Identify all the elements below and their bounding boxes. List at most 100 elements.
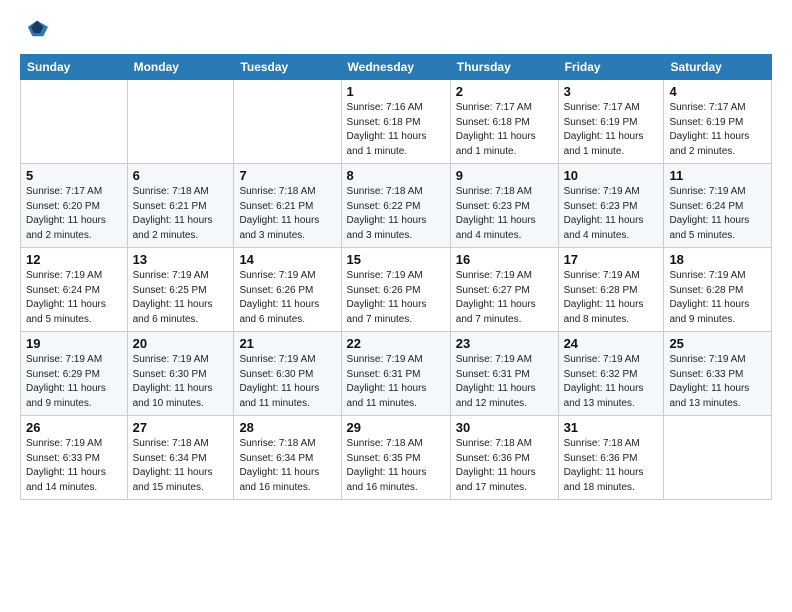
day-number: 23: [456, 336, 553, 351]
header: [20, 16, 772, 44]
day-number: 12: [26, 252, 122, 267]
day-number: 31: [564, 420, 659, 435]
calendar-cell: 9Sunrise: 7:18 AM Sunset: 6:23 PM Daylig…: [450, 164, 558, 248]
day-info: Sunrise: 7:19 AM Sunset: 6:28 PM Dayligh…: [564, 269, 659, 327]
day-info: Sunrise: 7:16 AM Sunset: 6:18 PM Dayligh…: [347, 101, 445, 159]
header-thursday: Thursday: [450, 55, 558, 80]
day-info: Sunrise: 7:18 AM Sunset: 6:21 PM Dayligh…: [133, 185, 229, 243]
day-info: Sunrise: 7:19 AM Sunset: 6:24 PM Dayligh…: [669, 185, 766, 243]
calendar-cell: 26Sunrise: 7:19 AM Sunset: 6:33 PM Dayli…: [21, 416, 128, 500]
calendar-week-row: 12 Sunrise: 7:19 AM Sunset: 6:24 PM Dayli…: [21, 248, 772, 332]
day-info: Sunrise: 7:19 AM Sunset: 6:26 PM Dayligh…: [347, 269, 445, 327]
day-info: Sunrise: 7:18 AM Sunset: 6:21 PM Dayligh…: [239, 185, 335, 243]
day-info: Sunrise: 7:17 AM Sunset: 6:20 PM Dayligh…: [26, 185, 122, 243]
day-number: 10: [564, 168, 659, 183]
calendar-cell: 11 Sunrise: 7:19 AM Sunset: 6:24 PM Dayli…: [664, 164, 772, 248]
calendar-cell: [127, 80, 234, 164]
day-number: 15: [347, 252, 445, 267]
day-number: 30: [456, 420, 553, 435]
calendar-cell: 3Sunrise: 7:17 AM Sunset: 6:19 PM Daylig…: [558, 80, 664, 164]
calendar-cell: 24Sunrise: 7:19 AM Sunset: 6:32 PM Dayli…: [558, 332, 664, 416]
calendar: Sunday Monday Tuesday Wednesday Thursday…: [20, 54, 772, 500]
calendar-cell: 20 Sunrise: 7:19 AM Sunset: 6:30 PM Dayli…: [127, 332, 234, 416]
day-info: Sunrise: 7:19 AM Sunset: 6:30 PM Dayligh…: [133, 353, 229, 411]
header-tuesday: Tuesday: [234, 55, 341, 80]
calendar-cell: 6 Sunrise: 7:18 AM Sunset: 6:21 PM Daylig…: [127, 164, 234, 248]
day-number: 5: [26, 168, 122, 183]
day-info: Sunrise: 7:19 AM Sunset: 6:31 PM Dayligh…: [456, 353, 553, 411]
calendar-week-row: 19 Sunrise: 7:19 AM Sunset: 6:29 PM Dayli…: [21, 332, 772, 416]
header-saturday: Saturday: [664, 55, 772, 80]
header-friday: Friday: [558, 55, 664, 80]
day-number: 8: [347, 168, 445, 183]
calendar-cell: 31 Sunrise: 7:18 AM Sunset: 6:36 PM Dayli…: [558, 416, 664, 500]
calendar-cell: 13Sunrise: 7:19 AM Sunset: 6:25 PM Dayli…: [127, 248, 234, 332]
day-number: 11: [669, 168, 766, 183]
day-info: Sunrise: 7:19 AM Sunset: 6:27 PM Dayligh…: [456, 269, 553, 327]
calendar-week-row: 26Sunrise: 7:19 AM Sunset: 6:33 PM Dayli…: [21, 416, 772, 500]
day-number: 4: [669, 84, 766, 99]
calendar-cell: 21Sunrise: 7:19 AM Sunset: 6:30 PM Dayli…: [234, 332, 341, 416]
day-number: 3: [564, 84, 659, 99]
day-info: Sunrise: 7:19 AM Sunset: 6:23 PM Dayligh…: [564, 185, 659, 243]
day-info: Sunrise: 7:19 AM Sunset: 6:25 PM Dayligh…: [133, 269, 229, 327]
calendar-cell: 28 Sunrise: 7:18 AM Sunset: 6:34 PM Dayli…: [234, 416, 341, 500]
day-info: Sunrise: 7:18 AM Sunset: 6:36 PM Dayligh…: [456, 437, 553, 495]
calendar-cell: 7 Sunrise: 7:18 AM Sunset: 6:21 PM Daylig…: [234, 164, 341, 248]
calendar-cell: 29 Sunrise: 7:18 AM Sunset: 6:35 PM Dayli…: [341, 416, 450, 500]
day-number: 28: [239, 420, 335, 435]
calendar-cell: 1 Sunrise: 7:16 AM Sunset: 6:18 PM Daylig…: [341, 80, 450, 164]
calendar-cell: [234, 80, 341, 164]
day-info: Sunrise: 7:18 AM Sunset: 6:36 PM Dayligh…: [564, 437, 659, 495]
day-info: Sunrise: 7:18 AM Sunset: 6:35 PM Dayligh…: [347, 437, 445, 495]
day-number: 17: [564, 252, 659, 267]
day-number: 16: [456, 252, 553, 267]
day-number: 25: [669, 336, 766, 351]
day-number: 20: [133, 336, 229, 351]
calendar-cell: 30 Sunrise: 7:18 AM Sunset: 6:36 PM Dayli…: [450, 416, 558, 500]
logo: [20, 16, 52, 44]
day-number: 19: [26, 336, 122, 351]
day-number: 29: [347, 420, 445, 435]
day-info: Sunrise: 7:19 AM Sunset: 6:33 PM Dayligh…: [26, 437, 122, 495]
day-number: 18: [669, 252, 766, 267]
calendar-cell: 2Sunrise: 7:17 AM Sunset: 6:18 PM Daylig…: [450, 80, 558, 164]
calendar-cell: 22Sunrise: 7:19 AM Sunset: 6:31 PM Dayli…: [341, 332, 450, 416]
logo-icon: [20, 16, 48, 44]
calendar-cell: 15 Sunrise: 7:19 AM Sunset: 6:26 PM Dayli…: [341, 248, 450, 332]
day-number: 21: [239, 336, 335, 351]
calendar-cell: 8 Sunrise: 7:18 AM Sunset: 6:22 PM Daylig…: [341, 164, 450, 248]
day-info: Sunrise: 7:19 AM Sunset: 6:29 PM Dayligh…: [26, 353, 122, 411]
day-info: Sunrise: 7:18 AM Sunset: 6:22 PM Dayligh…: [347, 185, 445, 243]
calendar-cell: [21, 80, 128, 164]
day-number: 14: [239, 252, 335, 267]
day-number: 22: [347, 336, 445, 351]
calendar-cell: 14 Sunrise: 7:19 AM Sunset: 6:26 PM Dayli…: [234, 248, 341, 332]
calendar-cell: 23 Sunrise: 7:19 AM Sunset: 6:31 PM Dayli…: [450, 332, 558, 416]
day-info: Sunrise: 7:18 AM Sunset: 6:34 PM Dayligh…: [239, 437, 335, 495]
calendar-cell: 16 Sunrise: 7:19 AM Sunset: 6:27 PM Dayli…: [450, 248, 558, 332]
calendar-cell: 19 Sunrise: 7:19 AM Sunset: 6:29 PM Dayli…: [21, 332, 128, 416]
day-info: Sunrise: 7:17 AM Sunset: 6:19 PM Dayligh…: [669, 101, 766, 159]
day-info: Sunrise: 7:19 AM Sunset: 6:26 PM Dayligh…: [239, 269, 335, 327]
day-info: Sunrise: 7:18 AM Sunset: 6:23 PM Dayligh…: [456, 185, 553, 243]
day-info: Sunrise: 7:19 AM Sunset: 6:33 PM Dayligh…: [669, 353, 766, 411]
day-number: 6: [133, 168, 229, 183]
calendar-cell: 4 Sunrise: 7:17 AM Sunset: 6:19 PM Daylig…: [664, 80, 772, 164]
day-number: 7: [239, 168, 335, 183]
day-number: 27: [133, 420, 229, 435]
day-info: Sunrise: 7:19 AM Sunset: 6:24 PM Dayligh…: [26, 269, 122, 327]
calendar-week-row: 1 Sunrise: 7:16 AM Sunset: 6:18 PM Daylig…: [21, 80, 772, 164]
day-info: Sunrise: 7:17 AM Sunset: 6:18 PM Dayligh…: [456, 101, 553, 159]
calendar-cell: [664, 416, 772, 500]
calendar-cell: 27Sunrise: 7:18 AM Sunset: 6:34 PM Dayli…: [127, 416, 234, 500]
calendar-week-row: 5 Sunrise: 7:17 AM Sunset: 6:20 PM Daylig…: [21, 164, 772, 248]
calendar-cell: 10 Sunrise: 7:19 AM Sunset: 6:23 PM Dayli…: [558, 164, 664, 248]
day-number: 1: [347, 84, 445, 99]
calendar-cell: 18 Sunrise: 7:19 AM Sunset: 6:28 PM Dayli…: [664, 248, 772, 332]
day-info: Sunrise: 7:19 AM Sunset: 6:28 PM Dayligh…: [669, 269, 766, 327]
header-wednesday: Wednesday: [341, 55, 450, 80]
calendar-cell: 17 Sunrise: 7:19 AM Sunset: 6:28 PM Dayli…: [558, 248, 664, 332]
weekday-header-row: Sunday Monday Tuesday Wednesday Thursday…: [21, 55, 772, 80]
calendar-cell: 5 Sunrise: 7:17 AM Sunset: 6:20 PM Daylig…: [21, 164, 128, 248]
